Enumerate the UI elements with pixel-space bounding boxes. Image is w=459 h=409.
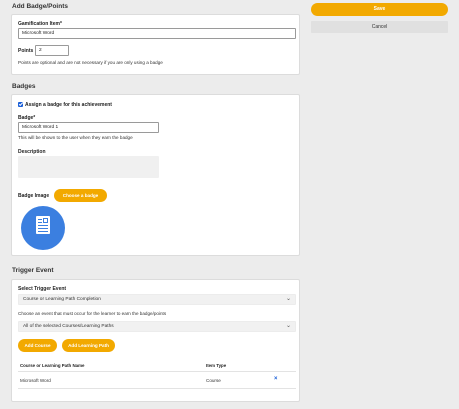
row-item-type: Course [206,378,221,383]
trigger-event-help: Choose an event that must occur for the … [18,311,167,316]
row-course-name: Microsoft Word [20,378,51,383]
badge-help-text: This will be shown to the user when they… [18,135,133,140]
trigger-scope-value: All of the selected Courses/Learning Pat… [23,324,114,329]
choose-badge-button[interactable]: Choose a badge [54,189,107,202]
cancel-button[interactable]: Cancel [311,21,448,33]
badge-image [21,206,65,250]
document-badge-icon [36,216,50,234]
save-button[interactable]: Save [311,3,448,16]
gamification-card: Gamification Item* Microsoft Word Points… [11,14,300,75]
badges-card: Assign a badge for this achievement Badg… [11,94,300,256]
description-textarea[interactable] [18,156,159,178]
section-title-add-badge: Add Badge/Points [12,3,68,10]
column-header-type: Item Type [206,363,227,368]
trigger-scope-select[interactable]: All of the selected Courses/Learning Pat… [18,321,296,332]
add-course-button[interactable]: Add Course [18,339,57,352]
section-title-badges: Badges [12,83,36,90]
trigger-card: Select Trigger Event Course or Learning … [11,279,300,402]
badge-label: Badge* [18,115,36,121]
trigger-event-value: Course or Learning Path Completion [23,297,101,302]
badge-input[interactable]: Microsoft Word 1 [18,122,159,133]
description-label: Description [18,149,46,155]
gamification-item-label: Gamification Item* [18,21,62,27]
assign-badge-checkbox[interactable] [18,102,23,107]
section-title-trigger: Trigger Event [12,267,54,274]
close-icon[interactable]: × [274,376,278,382]
gamification-item-input[interactable]: Microsoft Word [18,28,296,39]
points-help-text: Points are optional and are not necessar… [18,60,163,65]
add-learning-path-button[interactable]: Add Learning Path [62,339,115,352]
points-input[interactable]: 2 [35,45,69,56]
assign-badge-label: Assign a badge for this achievement [25,102,112,108]
trigger-event-select[interactable]: Course or Learning Path Completion ⌄ [18,294,296,305]
chevron-down-icon: ⌄ [285,296,291,302]
badge-image-label: Badge Image [18,193,50,199]
table-divider [18,388,296,389]
chevron-down-icon: ⌄ [285,323,291,329]
column-header-name: Course or Learning Path Name [20,363,85,368]
trigger-select-label: Select Trigger Event [18,286,67,292]
points-label: Points [18,48,34,54]
table-divider [18,371,296,372]
